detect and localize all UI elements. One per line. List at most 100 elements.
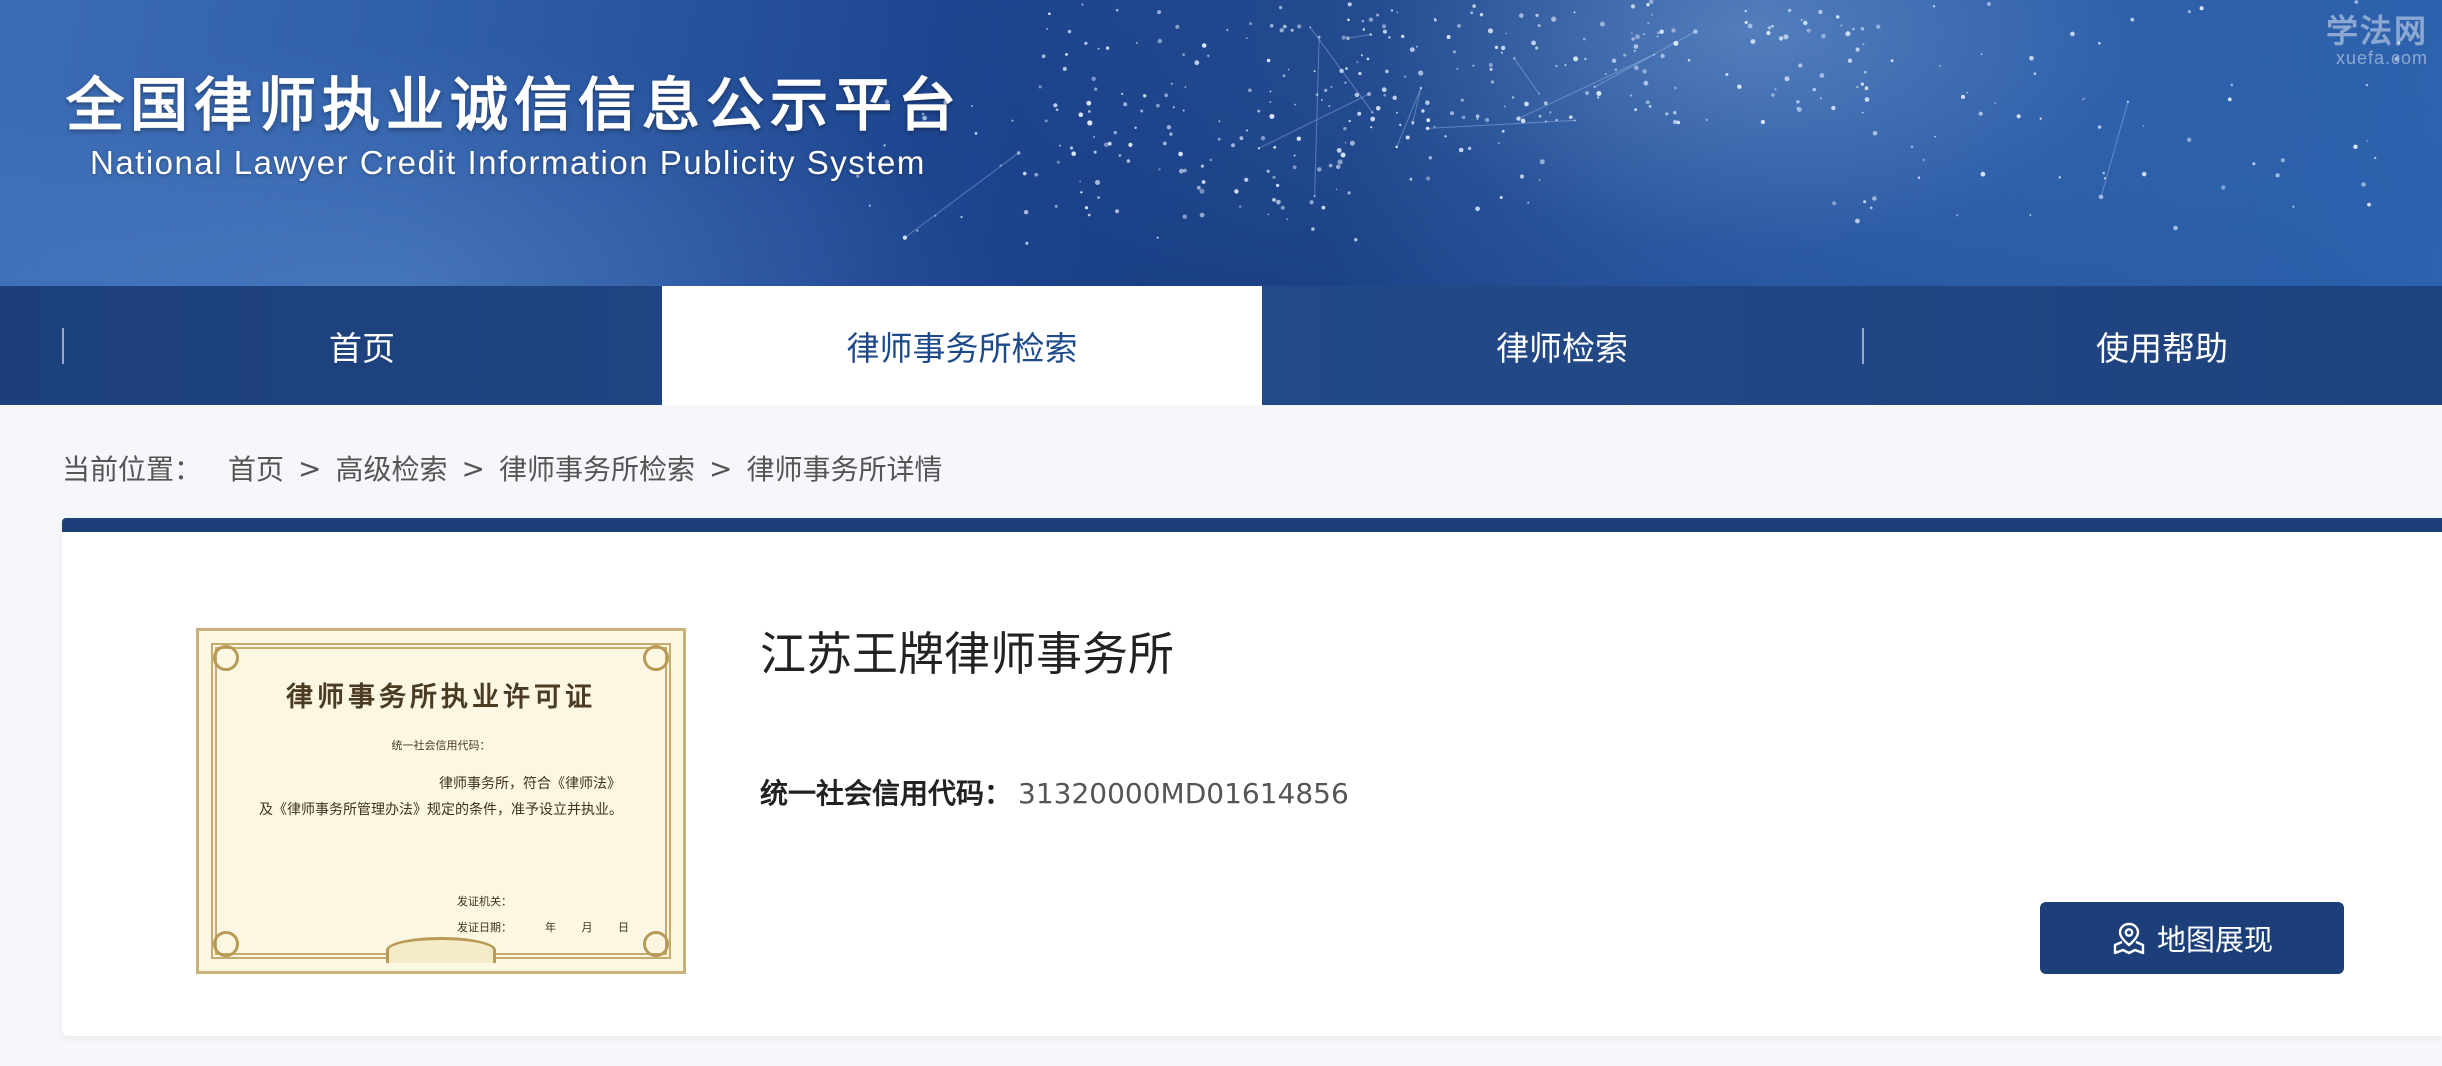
nav-firm-search[interactable]: 律师事务所检索 [662, 286, 1262, 405]
banner-dot [1519, 13, 1524, 18]
banner-dot [1671, 28, 1676, 33]
banner-dot [1157, 10, 1162, 15]
banner-dot [1819, 73, 1825, 78]
license-seal-ornament [386, 937, 496, 963]
banner-dot [1157, 38, 1163, 44]
banner-dot [1184, 86, 1187, 89]
banner-dot [2082, 98, 2084, 101]
breadcrumb-advanced-search[interactable]: 高级检索 [336, 448, 448, 488]
banner-dot [1405, 135, 1410, 140]
banner-dot [1476, 117, 1479, 120]
banner-dot [1335, 188, 1338, 191]
nav-home-label: 首页 [329, 328, 395, 368]
banner-dot [1494, 45, 1498, 50]
banner-dot [1260, 136, 1266, 141]
banner-dot [1744, 20, 1748, 25]
banner-dot [1760, 119, 1765, 125]
banner-dot [1182, 214, 1187, 219]
banner-dot [1172, 106, 1175, 109]
banner-dot [1105, 46, 1110, 50]
banner-dot [1516, 116, 1521, 121]
license-title: 律师事务所执业许可证 [286, 682, 596, 713]
banner-dot [1343, 126, 1347, 131]
banner-dot [1456, 67, 1459, 70]
banner-dot [1539, 159, 1545, 165]
banner-dot [1538, 114, 1542, 118]
banner-dot [1498, 142, 1500, 145]
nav-help[interactable]: 使用帮助 [1862, 286, 2442, 405]
banner-dot [1980, 171, 1986, 177]
site-subtitle: National Lawyer Credit Information Publi… [90, 144, 926, 181]
banner-dot [1401, 34, 1405, 39]
site-title: 全国律师执业诚信信息公示平台 [66, 71, 963, 139]
banner-dot [1361, 20, 1364, 23]
banner-dot [1646, 2, 1650, 7]
banner-dot [1376, 13, 1380, 17]
banner-dot [1783, 34, 1789, 40]
banner-dot [2221, 185, 2226, 190]
license-corner-ornament [213, 645, 239, 671]
banner-dot [1392, 95, 1397, 101]
banner-dot [1336, 148, 1342, 153]
banner-dot [1328, 105, 1331, 108]
banner-dot [1796, 107, 1799, 109]
banner-dot [2199, 6, 2204, 11]
banner-dot [1840, 24, 1843, 27]
banner-dot [1820, 97, 1822, 100]
breadcrumb-firm-search[interactable]: 律师事务所检索 [499, 448, 695, 488]
banner-dot [1267, 213, 1270, 216]
banner-dot [1855, 218, 1860, 224]
banner-dot [1097, 196, 1100, 199]
banner-dot [2187, 10, 2191, 14]
banner-dot [1217, 137, 1221, 141]
banner-dot [1798, 63, 1803, 68]
banner-dot [1246, 37, 1248, 39]
banner-dot [1643, 80, 1649, 86]
banner-dot [1226, 28, 1229, 32]
banner-dot [2033, 72, 2037, 76]
banner-dot [1269, 24, 1274, 28]
nav-home[interactable]: 首页 [0, 286, 662, 405]
banner-dot [1771, 93, 1775, 97]
banner-dot [1360, 54, 1363, 57]
banner-dot [1273, 145, 1277, 149]
banner-dot [2292, 205, 2295, 208]
banner-dot [1444, 135, 1447, 138]
banner-link-line [1427, 119, 1575, 129]
banner-dot [1053, 103, 1058, 108]
banner-dot [2374, 156, 2377, 160]
breadcrumb-separator: > [709, 451, 733, 485]
banner-dot [2354, 0, 2359, 4]
banner-dot [1209, 158, 1213, 162]
banner-dot [1158, 168, 1161, 171]
banner-dot [1489, 67, 1493, 71]
banner-dot [1287, 68, 1290, 71]
banner-dot [1987, 2, 1991, 6]
banner-dot [1433, 125, 1436, 128]
breadcrumb-home[interactable]: 首页 [228, 448, 284, 488]
map-view-button[interactable]: 地图展现 [2040, 902, 2344, 974]
banner-dot [1344, 81, 1347, 84]
banner-link-line [1518, 54, 1655, 120]
banner-dot [1121, 92, 1124, 95]
banner-dot [1276, 199, 1281, 205]
banner-dot [1170, 82, 1173, 85]
banner-dot [1034, 172, 1039, 177]
banner-dot [1852, 27, 1855, 31]
license-corner-ornament [213, 931, 239, 957]
banner-dot [1056, 160, 1060, 164]
banner-dot [1347, 2, 1352, 7]
banner-dot [1551, 16, 1557, 22]
banner-dot [1504, 105, 1506, 108]
banner-dot [1917, 176, 1921, 179]
banner-dot [1673, 119, 1678, 125]
banner-dot [1282, 74, 1286, 78]
banner-dot [1614, 68, 1618, 71]
banner-dot [1475, 114, 1480, 118]
banner-dot [1321, 205, 1326, 210]
banner-dot [1178, 151, 1183, 157]
banner-dot [1071, 151, 1076, 156]
banner-dot [1107, 141, 1112, 146]
nav-lawyer-search[interactable]: 律师检索 [1262, 286, 1862, 405]
banner-dot [1573, 56, 1579, 62]
